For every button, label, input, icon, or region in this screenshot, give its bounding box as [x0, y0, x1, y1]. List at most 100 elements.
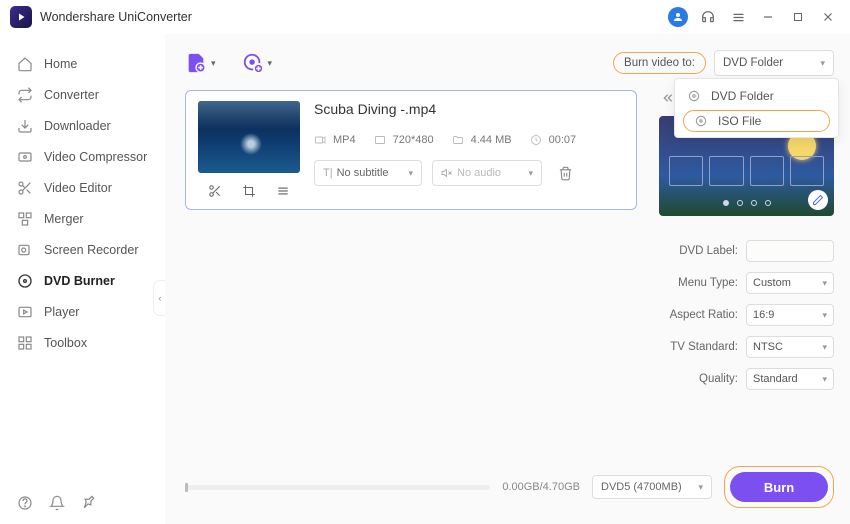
tv-standard-select[interactable]: NTSC	[746, 336, 834, 358]
audio-select[interactable]: No audio	[432, 160, 542, 186]
meta-duration: 00:07	[530, 133, 577, 146]
video-icon	[314, 133, 327, 146]
close-button[interactable]	[816, 5, 840, 29]
menu-type-label: Menu Type:	[678, 277, 738, 289]
add-disc-icon	[242, 52, 264, 74]
delete-file-button[interactable]	[552, 160, 578, 186]
sidebar-item-label: Converter	[44, 88, 99, 102]
titlebar: Wondershare UniConverter	[0, 0, 850, 34]
chevron-down-icon	[822, 373, 827, 385]
user-account-button[interactable]	[666, 5, 690, 29]
sidebar-item-dvd-burner[interactable]: DVD Burner	[0, 265, 165, 296]
burn-button-highlight: Burn	[724, 466, 834, 508]
sidebar-item-home[interactable]: Home	[0, 48, 165, 79]
meta-format: MP4	[314, 133, 356, 146]
dropdown-option-label: ISO File	[718, 114, 761, 128]
sidebar-item-merger[interactable]: Merger	[0, 203, 165, 234]
folder-small-icon	[452, 133, 465, 146]
burn-button[interactable]: Burn	[730, 472, 828, 502]
more-actions-button[interactable]	[275, 183, 291, 199]
chevron-down-icon	[528, 167, 533, 179]
play-icon	[16, 303, 34, 321]
merge-icon	[16, 210, 34, 228]
quality-select[interactable]: Standard	[746, 368, 834, 390]
aspect-ratio-select[interactable]: 16:9	[746, 304, 834, 326]
burn-target-value: DVD Folder	[723, 57, 783, 69]
add-file-icon	[185, 52, 207, 74]
capacity-text: 0.00GB/4.70GB	[502, 481, 580, 493]
add-disc-button[interactable]: ▾	[242, 52, 273, 74]
edit-template-button[interactable]	[808, 190, 828, 210]
subtitle-icon: T|	[323, 167, 333, 179]
trim-button[interactable]	[207, 183, 223, 199]
record-icon	[16, 241, 34, 259]
hamburger-menu-icon[interactable]	[726, 5, 750, 29]
crop-button[interactable]	[241, 183, 257, 199]
dropdown-option-label: DVD Folder	[711, 89, 774, 103]
notification-icon[interactable]	[48, 494, 66, 512]
dvd-label-input[interactable]	[746, 240, 834, 262]
compress-icon	[16, 148, 34, 166]
sidebar-item-label: Downloader	[44, 119, 111, 133]
sidebar-item-toolbox[interactable]: Toolbox	[0, 327, 165, 358]
dropdown-option-iso-file[interactable]: ISO File	[683, 110, 830, 132]
meta-size: 4.44 MB	[452, 133, 512, 146]
add-file-button[interactable]: ▾	[185, 52, 216, 74]
sidebar-item-label: Merger	[44, 212, 84, 226]
burn-video-to-label: Burn video to:	[613, 52, 706, 74]
sidebar-item-label: DVD Burner	[44, 274, 115, 288]
scissors-icon	[16, 179, 34, 197]
sidebar-item-label: Video Editor	[44, 181, 112, 195]
subtitle-select[interactable]: T|No subtitle	[314, 160, 422, 186]
sidebar-item-editor[interactable]: Video Editor	[0, 172, 165, 203]
sidebar-item-converter[interactable]: Converter	[0, 79, 165, 110]
home-icon	[16, 55, 34, 73]
quality-label: Quality:	[699, 373, 738, 385]
menu-type-select[interactable]: Custom	[746, 272, 834, 294]
grid-icon	[16, 334, 34, 352]
video-thumbnail	[198, 101, 300, 173]
chevron-down-icon	[698, 481, 703, 493]
chevron-down-icon	[820, 57, 825, 69]
chevron-down-icon	[822, 309, 827, 321]
burn-target-select[interactable]: DVD Folder	[714, 50, 834, 76]
disc-icon	[16, 272, 34, 290]
chevron-down-icon	[822, 341, 827, 353]
sidebar-item-compressor[interactable]: Video Compressor	[0, 141, 165, 172]
folder-icon	[687, 89, 703, 103]
chevron-down-icon	[822, 277, 827, 289]
sidebar-item-label: Screen Recorder	[44, 243, 139, 257]
minimize-button[interactable]	[756, 5, 780, 29]
meta-resolution: 720*480	[374, 133, 434, 146]
iso-icon	[694, 114, 710, 128]
file-card[interactable]: Scuba Diving -.mp4 MP4 720*480 4.44 MB 0…	[185, 90, 637, 210]
chevron-down-icon	[408, 167, 413, 179]
mute-icon	[441, 167, 453, 179]
dropdown-option-dvd-folder[interactable]: DVD Folder	[675, 83, 838, 109]
sidebar: Home Converter Downloader Video Compress…	[0, 34, 165, 524]
dvd-settings: DVD Label: Menu Type: Custom Aspect Ratio…	[659, 240, 834, 390]
maximize-button[interactable]	[786, 5, 810, 29]
sidebar-item-downloader[interactable]: Downloader	[0, 110, 165, 141]
burn-target-select-wrapper: DVD Folder DVD Folder ISO File	[714, 50, 834, 76]
file-title: Scuba Diving -.mp4	[314, 101, 624, 117]
clock-icon	[530, 133, 543, 146]
support-icon[interactable]	[696, 5, 720, 29]
sidebar-item-player[interactable]: Player	[0, 296, 165, 327]
pin-icon[interactable]	[80, 494, 98, 512]
bottom-bar: 0.00GB/4.70GB DVD5 (4700MB) Burn	[185, 466, 834, 508]
sidebar-item-label: Home	[44, 57, 77, 71]
disc-capacity-select[interactable]: DVD5 (4700MB)	[592, 475, 712, 499]
aspect-ratio-label: Aspect Ratio:	[670, 309, 738, 321]
download-icon	[16, 117, 34, 135]
help-icon[interactable]	[16, 494, 34, 512]
dvd-label-label: DVD Label:	[679, 245, 738, 257]
sidebar-item-recorder[interactable]: Screen Recorder	[0, 234, 165, 265]
top-toolbar: ▾ ▾ Burn video to: DVD Folder DVD Folder	[185, 48, 834, 78]
sidebar-item-label: Toolbox	[44, 336, 87, 350]
sidebar-item-label: Player	[44, 305, 79, 319]
content-area: ▾ ▾ Burn video to: DVD Folder DVD Folder	[165, 34, 850, 524]
capacity-progress	[185, 485, 490, 490]
app-title: Wondershare UniConverter	[40, 10, 192, 24]
resolution-icon	[374, 133, 387, 146]
